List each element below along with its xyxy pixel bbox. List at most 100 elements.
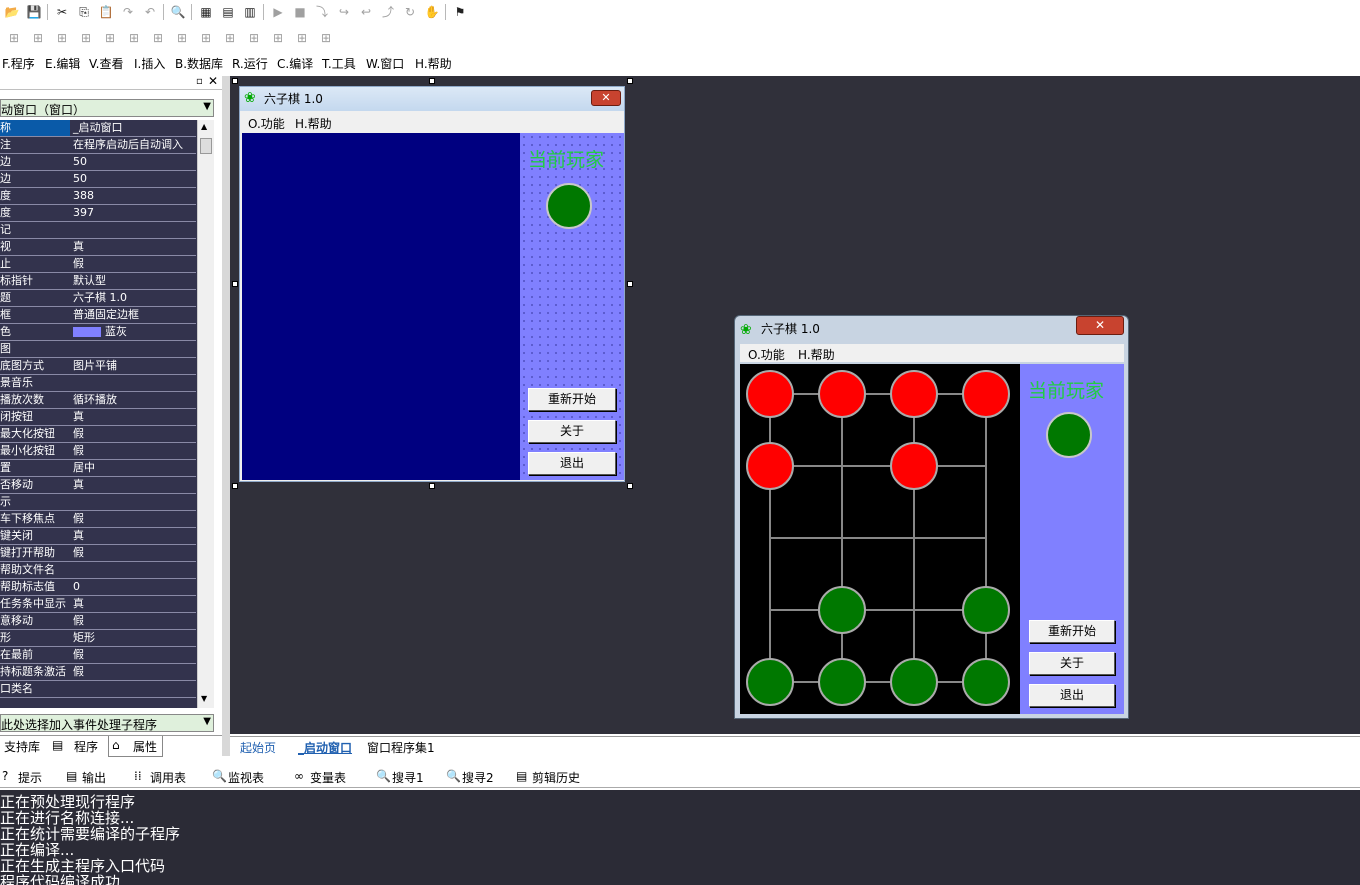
property-value[interactable]: 居中: [71, 460, 196, 476]
resize-handle[interactable]: [627, 281, 633, 287]
close-button[interactable]: ✕: [591, 90, 621, 106]
property-row[interactable]: 底图方式 图片平铺: [0, 358, 196, 375]
step1-icon[interactable]: ⤵: [312, 3, 332, 21]
property-row[interactable]: 边 50: [0, 171, 196, 188]
property-value[interactable]: 50: [71, 154, 196, 170]
undo-icon[interactable]: ↶: [140, 3, 160, 21]
tab-output[interactable]: 输出: [82, 769, 106, 786]
property-value[interactable]: 397: [71, 205, 196, 221]
property-row[interactable]: 帮助文件名: [0, 562, 196, 579]
open-icon[interactable]: 📂: [2, 3, 22, 21]
tab-variable-table[interactable]: 变量表: [310, 769, 346, 786]
menu-help[interactable]: H.帮助: [798, 346, 835, 363]
property-row[interactable]: 帮助标志值 0: [0, 579, 196, 596]
stop-icon[interactable]: ■: [290, 3, 310, 21]
property-row[interactable]: 否移动真: [0, 477, 196, 494]
step2-icon[interactable]: ↪: [334, 3, 354, 21]
paste-icon[interactable]: 📋: [96, 3, 116, 21]
chevron-down-icon[interactable]: ▼: [203, 716, 211, 727]
close-button[interactable]: ✕: [1076, 316, 1124, 335]
step4-icon[interactable]: ⤴: [378, 3, 398, 21]
property-value[interactable]: [71, 494, 196, 510]
same-height-icon[interactable]: ⊞: [172, 29, 192, 47]
property-value[interactable]: 图片平铺: [71, 358, 196, 374]
grid-icon[interactable]: ⊞: [316, 29, 336, 47]
tab-start-window[interactable]: _启动窗口: [298, 739, 352, 756]
property-row[interactable]: 口类名: [0, 681, 196, 698]
property-row[interactable]: 键关闭真: [0, 528, 196, 545]
red-piece[interactable]: [962, 370, 1010, 418]
property-value[interactable]: [71, 681, 196, 697]
property-row[interactable]: 持标题条激活假: [0, 664, 196, 681]
property-row[interactable]: 称 _启动窗口: [0, 120, 196, 137]
property-row[interactable]: 形矩形: [0, 630, 196, 647]
step3-icon[interactable]: ↩: [356, 3, 376, 21]
align-bottom-icon[interactable]: ⊞: [124, 29, 144, 47]
property-value[interactable]: 在程序启动后自动调入: [71, 137, 196, 153]
resize-handle[interactable]: [429, 78, 435, 84]
property-row[interactable]: 最小化按钮假: [0, 443, 196, 460]
center-v-icon[interactable]: ⊞: [292, 29, 312, 47]
property-row[interactable]: 闭按钮真: [0, 409, 196, 426]
property-value[interactable]: 矩形: [71, 630, 196, 646]
red-piece[interactable]: [890, 442, 938, 490]
resize-handle[interactable]: [232, 483, 238, 489]
tab-watch-table[interactable]: 监视表: [228, 769, 264, 786]
property-value[interactable]: 六子棋 1.0: [71, 290, 196, 306]
board-area[interactable]: [242, 133, 520, 480]
property-value[interactable]: 普通固定边框: [71, 307, 196, 323]
property-value[interactable]: [71, 341, 196, 357]
property-row[interactable]: 止假: [0, 256, 196, 273]
about-button[interactable]: 关于: [528, 420, 616, 443]
green-piece[interactable]: [962, 658, 1010, 706]
running-window[interactable]: ❀ 六子棋 1.0 ✕ O.功能 H.帮助 当前玩家 重新开始 关于 退出: [734, 315, 1129, 719]
property-value[interactable]: 50: [71, 171, 196, 187]
property-row[interactable]: 最大化按钮假: [0, 426, 196, 443]
hspace-icon[interactable]: ⊞: [220, 29, 240, 47]
same-width-icon[interactable]: ⊞: [148, 29, 168, 47]
property-value[interactable]: 蓝灰: [71, 324, 196, 340]
property-value[interactable]: 0: [71, 579, 196, 595]
property-row[interactable]: 题六子棋 1.0: [0, 290, 196, 307]
tab-clip-history[interactable]: 剪辑历史: [532, 769, 580, 786]
scroll-down-icon[interactable]: ▼: [201, 694, 207, 703]
cut-icon[interactable]: ✂: [52, 3, 72, 21]
property-row[interactable]: 车下移焦点假: [0, 511, 196, 528]
find-icon[interactable]: 🔍: [168, 3, 188, 21]
menu-program[interactable]: F.程序: [2, 56, 35, 72]
property-value[interactable]: 真: [71, 528, 196, 544]
property-value[interactable]: [71, 222, 196, 238]
debug-icon[interactable]: ⚑: [450, 3, 470, 21]
restart-button[interactable]: 重新开始: [528, 388, 616, 411]
resize-handle[interactable]: [232, 281, 238, 287]
property-value[interactable]: 假: [71, 256, 196, 272]
property-row[interactable]: 标指针 默认型: [0, 273, 196, 290]
green-piece[interactable]: [818, 658, 866, 706]
property-row[interactable]: 在最前假: [0, 647, 196, 664]
green-piece[interactable]: [818, 586, 866, 634]
resize-handle[interactable]: [627, 78, 633, 84]
property-row[interactable]: 边 50: [0, 154, 196, 171]
property-row[interactable]: 意移动假: [0, 613, 196, 630]
property-row[interactable]: 置居中: [0, 460, 196, 477]
menu-function[interactable]: O.功能: [748, 346, 785, 363]
exit-button[interactable]: 退出: [1029, 684, 1115, 707]
scroll-up-icon[interactable]: ▲: [201, 122, 207, 131]
green-piece[interactable]: [890, 658, 938, 706]
step5-icon[interactable]: ↻: [400, 3, 420, 21]
chevron-down-icon[interactable]: ▼: [203, 101, 211, 112]
copy-icon[interactable]: ⎘: [74, 3, 94, 21]
property-row[interactable]: 注在程序启动后自动调入: [0, 137, 196, 154]
game-board[interactable]: [740, 364, 1020, 714]
property-value[interactable]: 假: [71, 664, 196, 680]
scroll-thumb[interactable]: [200, 138, 212, 154]
pin-icon[interactable]: ▫: [196, 76, 203, 87]
tab-support-lib[interactable]: 支持库: [4, 738, 40, 755]
green-piece[interactable]: [962, 586, 1010, 634]
align-top-icon[interactable]: ⊞: [76, 29, 96, 47]
property-value[interactable]: 默认型: [71, 273, 196, 289]
green-piece[interactable]: [746, 658, 794, 706]
property-value[interactable]: 真: [71, 409, 196, 425]
property-row[interactable]: 框普通固定边框: [0, 307, 196, 324]
property-row[interactable]: 记: [0, 222, 196, 239]
